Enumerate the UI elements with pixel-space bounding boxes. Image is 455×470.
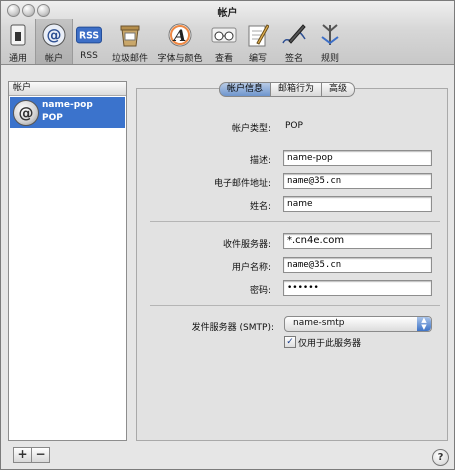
email-field[interactable]: name@35.cn (283, 173, 432, 189)
username-field[interactable]: name@35.cn (283, 257, 432, 273)
rss-icon: RSS (76, 23, 102, 47)
password-label: 密码: (249, 286, 271, 296)
account-name: name-pop (42, 100, 93, 110)
toolbar-label: 查看 (214, 54, 233, 64)
username-label: 用户名称: (231, 263, 271, 273)
smtp-server-select[interactable]: name-smtp ▲ ▼ (284, 316, 432, 332)
account-type-label: 帐户类型: (231, 124, 271, 134)
account-list-item[interactable]: @ name-pop POP (10, 97, 125, 128)
full-name-label: 姓名: (249, 202, 271, 212)
section-divider (150, 221, 440, 222)
password-field[interactable]: •••••• (283, 280, 432, 296)
email-label: 电子邮件地址: (213, 179, 271, 189)
remove-account-button[interactable]: − (31, 447, 50, 463)
switch-icon (5, 23, 31, 47)
accounts-list-header: 帐户 (9, 82, 126, 96)
smtp-label: 发件服务器 (SMTP): (191, 323, 274, 333)
incoming-server-label: 收件服务器: (222, 240, 271, 250)
toolbar-fonts-colors[interactable]: A 字体与颜色 (153, 21, 207, 64)
junk-mail-icon (117, 23, 143, 47)
section-divider (150, 305, 440, 306)
only-this-server-label: 仅用于此服务器 (298, 339, 362, 349)
window-title: 帐户 (217, 8, 238, 19)
preferences-window: 帐户 通用 @ 帐户 RSS RSS 垃圾邮件 A 字体与颜色 查看 编写 签名… (0, 0, 455, 470)
toolbar-composing[interactable]: 编写 (243, 21, 273, 64)
toolbar-accounts[interactable]: @ 帐户 (35, 19, 73, 64)
rss-icon-text: RSS (79, 31, 99, 42)
at-sign-icon: @ (41, 23, 67, 47)
account-type: POP (42, 113, 63, 123)
description-label: 描述: (249, 156, 271, 166)
toolbar-junk-mail[interactable]: 垃圾邮件 (107, 21, 153, 64)
toolbar-viewing[interactable]: 查看 (209, 21, 239, 64)
tab-advanced[interactable]: 高级 (322, 82, 356, 97)
description-field[interactable]: name-pop (283, 150, 432, 166)
full-name-field[interactable]: name (283, 196, 432, 212)
glasses-icon (211, 23, 237, 47)
add-account-button[interactable]: + (13, 447, 32, 463)
svg-text:@: @ (47, 26, 62, 44)
accounts-list: 帐户 @ name-pop POP (8, 81, 127, 441)
toolbar-general[interactable]: 通用 (3, 21, 33, 64)
title-bar: 帐户 通用 @ 帐户 RSS RSS 垃圾邮件 A 字体与颜色 查看 编写 签名… (1, 1, 454, 65)
smtp-server-value: name-smtp (293, 318, 345, 328)
tab-account-info[interactable]: 帐户信息 (219, 82, 272, 97)
toolbar-label: 帐户 (44, 54, 63, 64)
settings-tabs: 帐户信息 邮箱行为 高级 (219, 82, 356, 97)
signature-icon (281, 23, 307, 47)
rules-icon (317, 23, 343, 47)
toolbar-label: RSS (80, 51, 98, 61)
toolbar-label: 规则 (320, 54, 339, 64)
help-button[interactable]: ? (432, 449, 449, 466)
font-icon: A (167, 23, 193, 47)
compose-icon (245, 23, 271, 47)
toolbar-label: 签名 (284, 54, 303, 64)
incoming-server-field[interactable]: *.cn4e.com (283, 233, 432, 249)
tab-mailbox-behaviors[interactable]: 邮箱行为 (271, 82, 323, 97)
account-at-icon: @ (13, 100, 39, 126)
toolbar-signatures[interactable]: 签名 (277, 21, 311, 64)
font-icon-text: A (172, 26, 186, 45)
account-type-value: POP (285, 121, 303, 131)
toolbar-rules[interactable]: 规则 (313, 21, 347, 64)
toolbar-label: 通用 (8, 54, 27, 64)
toolbar-label: 编写 (248, 54, 267, 64)
toolbar-label: 字体与颜色 (157, 54, 203, 64)
updown-arrows-icon: ▲ ▼ (417, 317, 431, 331)
toolbar-rss[interactable]: RSS RSS (73, 21, 105, 63)
toolbar-label: 垃圾邮件 (111, 54, 148, 64)
only-this-server-checkbox[interactable]: ✓ (284, 336, 296, 348)
